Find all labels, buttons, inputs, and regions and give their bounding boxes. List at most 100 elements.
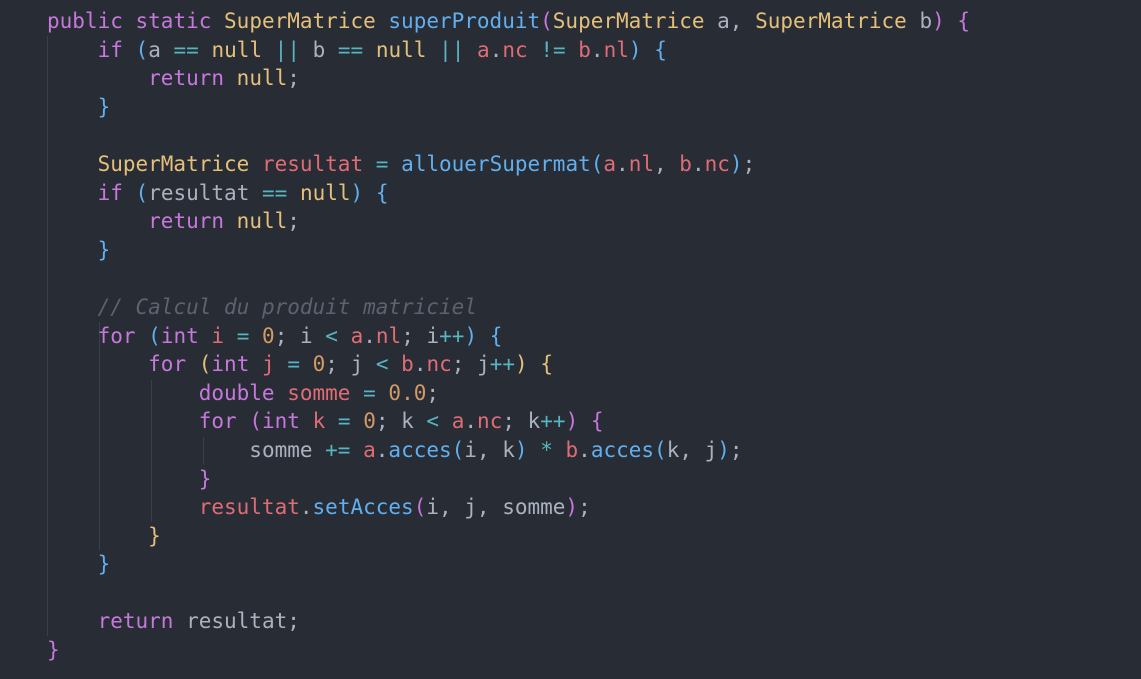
code-token: { bbox=[375, 180, 389, 205]
code-token: , bbox=[654, 151, 680, 176]
code-token: setAcces bbox=[312, 495, 414, 520]
code-token: ) bbox=[350, 180, 364, 205]
code-token: } bbox=[198, 466, 212, 491]
code-token: b bbox=[578, 37, 591, 62]
code-token: ; i bbox=[401, 323, 440, 348]
code-token: . bbox=[590, 37, 604, 62]
code-line: for (int k = 0; k < a.nc; k++) { bbox=[47, 407, 1127, 436]
code-token: = bbox=[236, 323, 250, 348]
code-token: || bbox=[274, 37, 300, 62]
code-token: += bbox=[325, 437, 351, 462]
code-token: } bbox=[97, 552, 111, 577]
code-token: a bbox=[477, 37, 490, 62]
code-token: k, j bbox=[666, 437, 718, 462]
code-token: int bbox=[160, 323, 199, 348]
code-line: if (a == null || b == null || a.nc != b.… bbox=[47, 36, 1127, 65]
code-token: ) bbox=[717, 437, 730, 462]
code-token: resultat bbox=[148, 180, 262, 205]
code-token: = bbox=[337, 409, 351, 434]
code-token: { bbox=[540, 352, 553, 377]
code-token: } bbox=[148, 523, 161, 548]
code-token: . bbox=[464, 409, 478, 434]
code-line: double somme = 0.0; bbox=[47, 379, 1127, 408]
code-token: public bbox=[47, 9, 123, 33]
code-line: return null; bbox=[47, 64, 1127, 93]
code-token: ( bbox=[249, 409, 262, 434]
code-token: int bbox=[261, 409, 300, 434]
code-line: } bbox=[47, 236, 1127, 265]
code-token: b bbox=[299, 37, 338, 62]
code-token: ( bbox=[654, 437, 667, 462]
code-line: } bbox=[47, 550, 1127, 579]
code-token: ++ bbox=[489, 352, 516, 377]
code-token: ; bbox=[426, 380, 440, 405]
code-token: a bbox=[148, 37, 174, 62]
code-editor[interactable]: public static SuperMatrice superProduit(… bbox=[0, 0, 1141, 679]
code-token: . bbox=[578, 437, 591, 462]
code-token: nc bbox=[426, 352, 452, 377]
code-token: return bbox=[148, 209, 225, 234]
code-token: ; j bbox=[451, 352, 490, 377]
code-token: ; bbox=[287, 609, 300, 634]
code-token: . bbox=[363, 323, 376, 348]
code-token: i bbox=[211, 323, 225, 348]
code-token: ++ bbox=[540, 409, 566, 434]
code-token: = bbox=[375, 151, 389, 176]
code-token: a bbox=[350, 323, 364, 348]
code-token: nc bbox=[704, 151, 730, 176]
code-token: a, bbox=[704, 9, 756, 33]
code-token: { bbox=[590, 409, 604, 434]
code-token: ) bbox=[514, 437, 528, 462]
code-token: double bbox=[198, 380, 275, 405]
code-token: a bbox=[451, 409, 465, 434]
code-line: for (int j = 0; j < b.nc; j++) { bbox=[47, 350, 1127, 379]
code-token: null bbox=[236, 66, 288, 91]
code-token: if bbox=[97, 37, 123, 62]
code-token: null bbox=[236, 209, 288, 234]
code-token: = bbox=[287, 352, 300, 377]
code-token: != bbox=[540, 37, 566, 62]
code-content[interactable]: public static SuperMatrice superProduit(… bbox=[47, 7, 1127, 665]
code-line: SuperMatrice resultat = allouerSupermat(… bbox=[47, 150, 1127, 179]
code-line: return resultat; bbox=[47, 607, 1127, 636]
code-token: for bbox=[97, 323, 136, 348]
code-token: ; j bbox=[325, 352, 376, 377]
code-token: j bbox=[262, 352, 275, 377]
code-token: i, k bbox=[464, 437, 515, 462]
code-token: 0 bbox=[363, 409, 376, 434]
code-token: if bbox=[97, 180, 123, 205]
code-token: . bbox=[413, 352, 427, 377]
